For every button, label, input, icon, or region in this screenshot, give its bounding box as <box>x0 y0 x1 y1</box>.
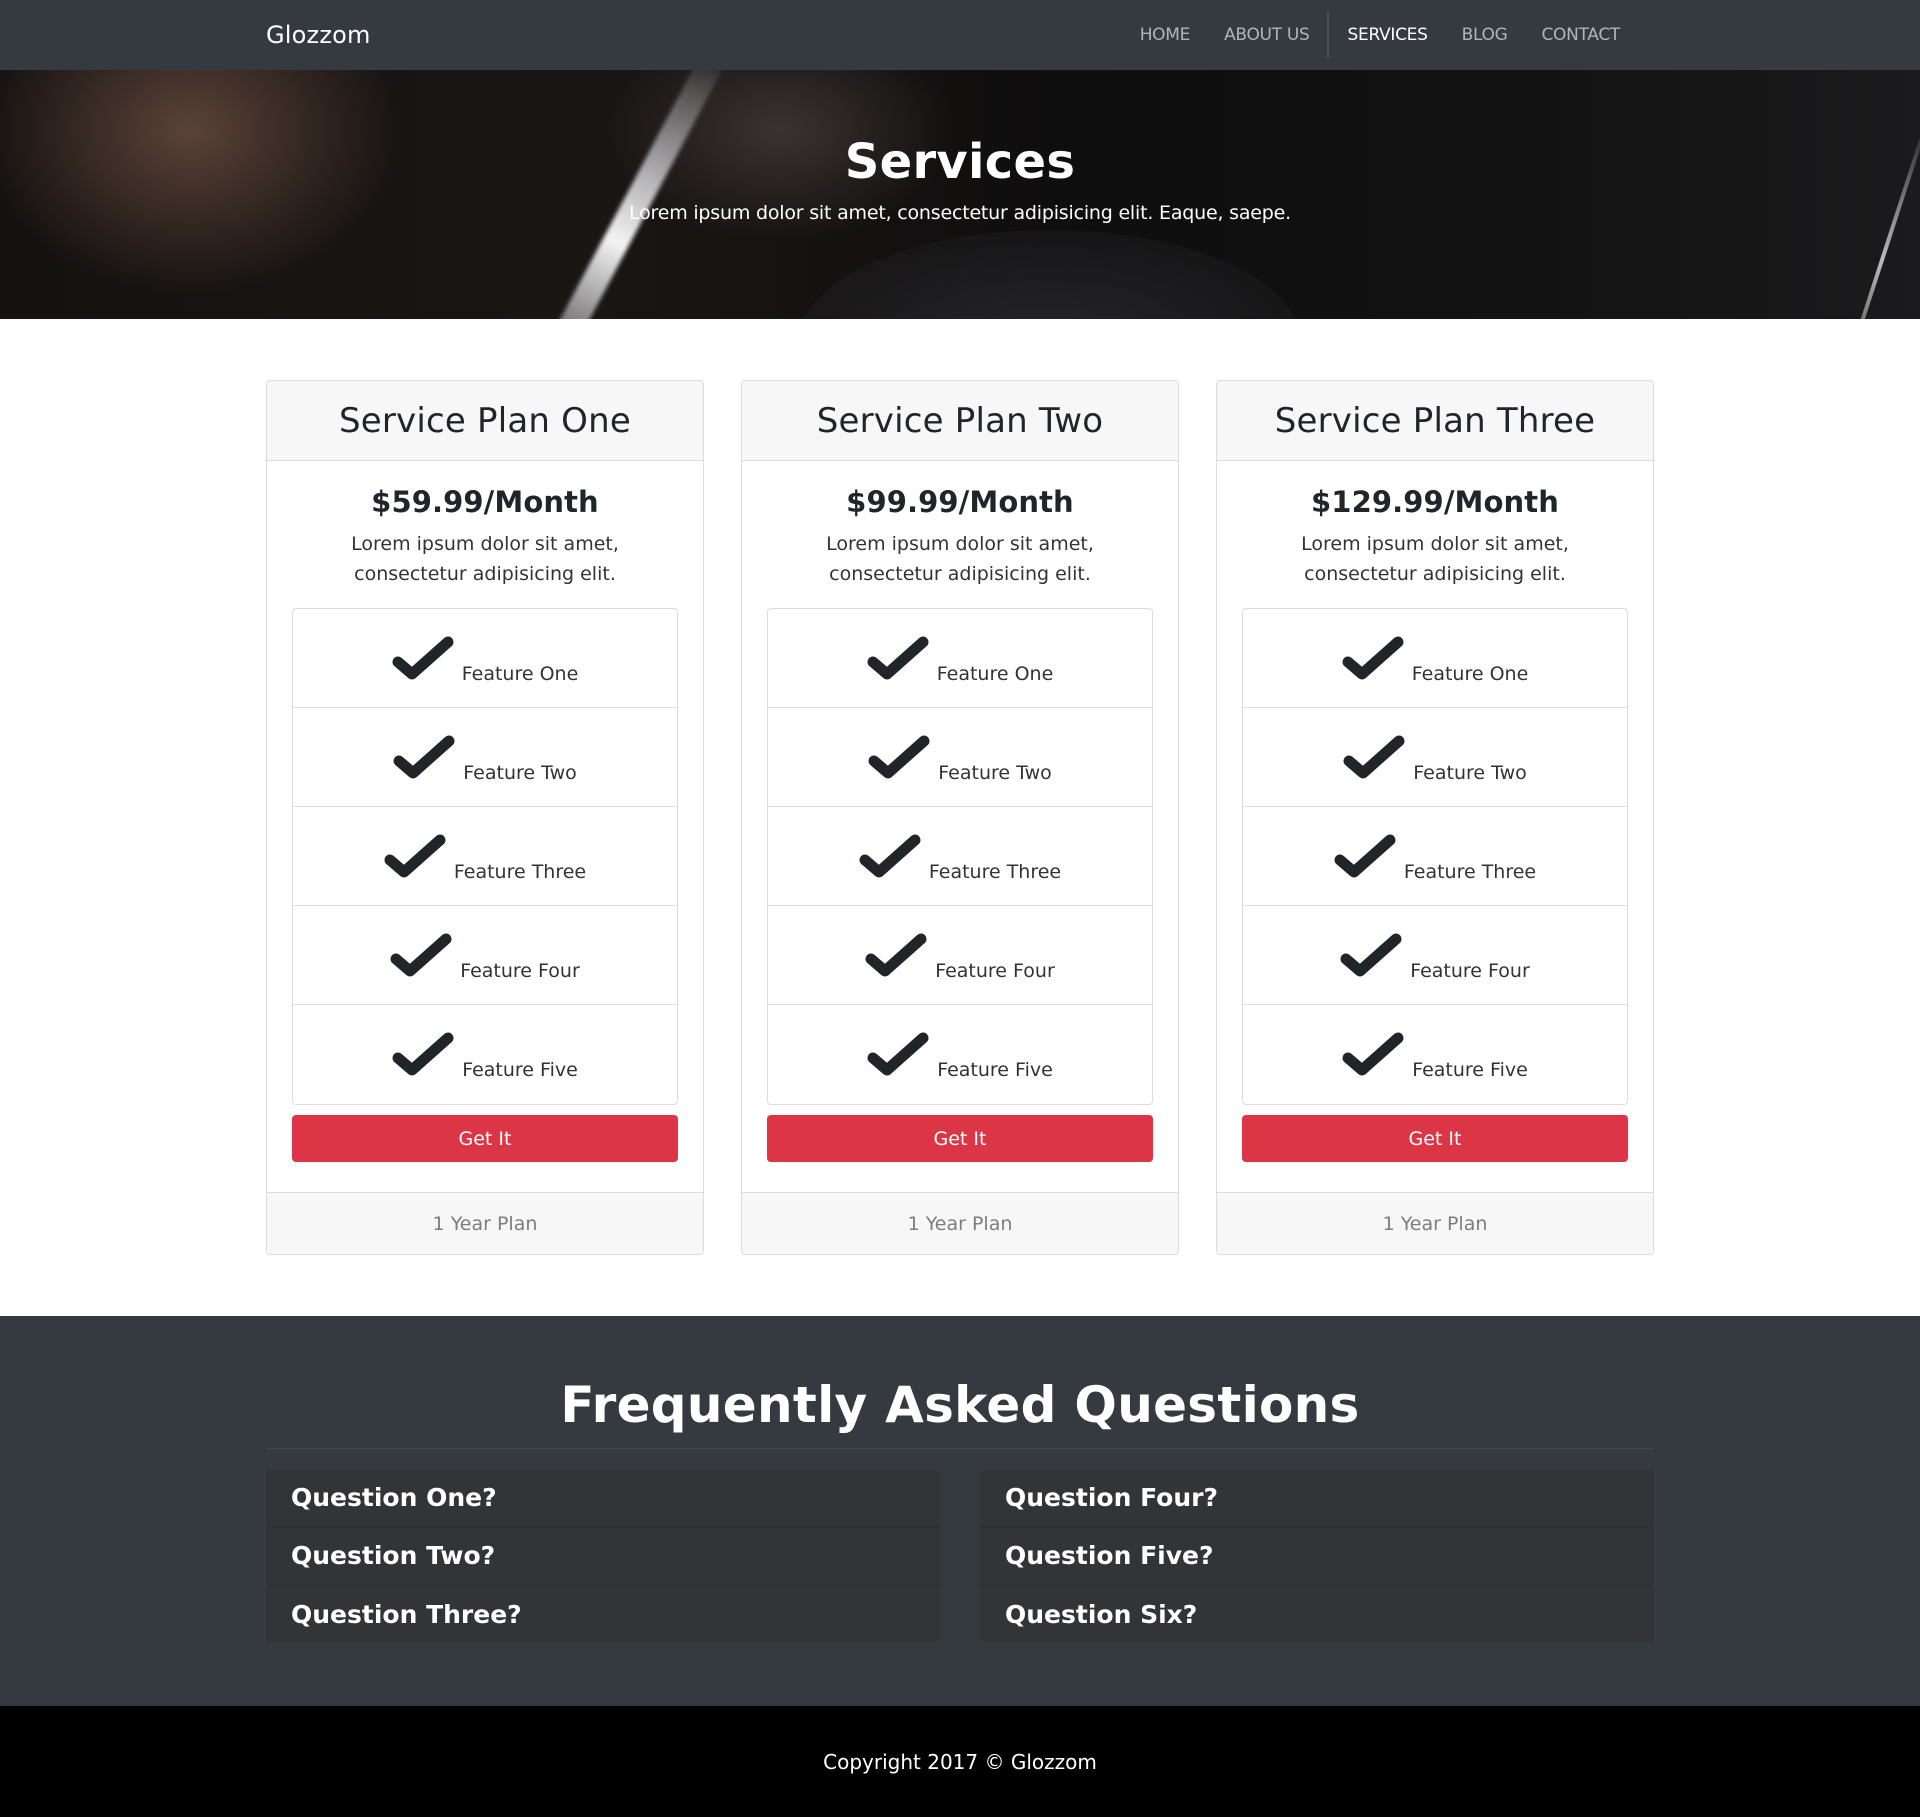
get-it-button[interactable]: Get It <box>767 1115 1153 1162</box>
check-icon <box>392 636 454 684</box>
plan-card-3: Service Plan Three $129.99/Month Lorem i… <box>1216 380 1654 1255</box>
get-it-button[interactable]: Get It <box>292 1115 678 1162</box>
feature-label: Feature Four <box>460 960 580 982</box>
brand-logo[interactable]: Glozzom <box>266 21 371 49</box>
check-icon <box>1342 1032 1404 1080</box>
nav-link-services[interactable]: SERVICES <box>1326 12 1445 58</box>
pricing-plans: Service Plan One $59.99/Month Lorem ipsu… <box>266 380 1654 1255</box>
feature-list: Feature One Feature Two Feature Three Featu… <box>1242 608 1628 1105</box>
plan-price: $59.99/Month <box>371 485 599 519</box>
feature-item: Feature Three <box>1243 807 1627 906</box>
feature-list: Feature One Feature Two Feature Three Featu… <box>292 608 678 1105</box>
feature-label: Feature One <box>1411 663 1529 685</box>
feature-item: Feature Four <box>1243 906 1627 1005</box>
faq-question[interactable]: Question One? <box>266 1469 940 1527</box>
feature-label: Feature Five <box>1412 1059 1528 1081</box>
feature-item: Feature Two <box>768 708 1152 807</box>
nav-link-contact[interactable]: CONTACT <box>1524 0 1637 70</box>
navbar: Glozzom HOME ABOUT US SERVICES BLOG CONT… <box>0 0 1920 70</box>
page-footer: Copyright 2017 © Glozzom <box>0 1706 1920 1817</box>
feature-item: Feature Five <box>1243 1005 1627 1104</box>
page-title: Services <box>844 134 1076 190</box>
plan-price: $99.99/Month <box>846 485 1074 519</box>
feature-item: Feature Two <box>1243 708 1627 807</box>
faq-question[interactable]: Question Two? <box>266 1527 940 1585</box>
check-icon <box>392 1032 454 1080</box>
feature-item: Feature One <box>768 609 1152 708</box>
check-icon <box>868 735 930 783</box>
feature-label: Feature Three <box>928 861 1062 883</box>
plan-description: Lorem ipsum dolor sit amet, consectetur … <box>826 533 1094 585</box>
plan-description: Lorem ipsum dolor sit amet, consectetur … <box>351 533 619 585</box>
plan-name: Service Plan Two <box>742 381 1178 461</box>
faq-question[interactable]: Question Three? <box>266 1585 940 1643</box>
feature-label: Feature Two <box>938 762 1052 784</box>
nav-links: HOME ABOUT US SERVICES BLOG CONTACT <box>1123 0 1637 70</box>
page-subtitle: Lorem ipsum dolor sit amet, consectetur … <box>629 202 1291 224</box>
feature-label: Feature One <box>936 663 1054 685</box>
feature-label: Feature Two <box>1413 762 1527 784</box>
feature-item: Feature Four <box>768 906 1152 1005</box>
feature-item: Feature Five <box>293 1005 677 1104</box>
check-icon <box>1342 636 1404 684</box>
feature-item: Feature One <box>293 609 677 708</box>
plan-card-2: Service Plan Two $99.99/Month Lorem ipsu… <box>741 380 1179 1255</box>
plan-price: $129.99/Month <box>1311 485 1559 519</box>
plan-card-1: Service Plan One $59.99/Month Lorem ipsu… <box>266 380 704 1255</box>
check-icon <box>1343 735 1405 783</box>
feature-label: Feature Three <box>1403 861 1537 883</box>
plan-description: Lorem ipsum dolor sit amet, consectetur … <box>1301 533 1569 585</box>
plan-body: $59.99/Month Lorem ipsum dolor sit amet,… <box>267 461 703 1168</box>
faq-column-left: Question One? Question Two? Question Thr… <box>266 1469 940 1643</box>
feature-item: Feature Two <box>293 708 677 807</box>
check-icon <box>384 834 446 882</box>
hero-background-shape <box>800 230 1300 319</box>
feature-label: Feature Four <box>935 960 1055 982</box>
plan-name: Service Plan One <box>267 381 703 461</box>
feature-label: Feature One <box>461 663 579 685</box>
feature-item: Feature Four <box>293 906 677 1005</box>
check-icon <box>867 1032 929 1080</box>
check-icon <box>1340 933 1402 981</box>
faq-column-right: Question Four? Question Five? Question S… <box>980 1469 1654 1643</box>
feature-item: Feature Five <box>768 1005 1152 1104</box>
faq-title: Frequently Asked Questions <box>560 1376 1360 1434</box>
nav-link-home[interactable]: HOME <box>1123 0 1207 70</box>
feature-label: Feature Two <box>463 762 577 784</box>
faq-question[interactable]: Question Four? <box>980 1469 1654 1527</box>
feature-label: Feature Three <box>453 861 587 883</box>
plan-body: $99.99/Month Lorem ipsum dolor sit amet,… <box>742 461 1178 1168</box>
check-icon <box>867 636 929 684</box>
feature-label: Feature Five <box>462 1059 578 1081</box>
copyright-text: Copyright 2017 © Glozzom <box>823 1749 1097 1774</box>
check-icon <box>859 834 921 882</box>
check-icon <box>1334 834 1396 882</box>
plan-body: $129.99/Month Lorem ipsum dolor sit amet… <box>1217 461 1653 1168</box>
hero-banner: Services Lorem ipsum dolor sit amet, con… <box>0 70 1920 319</box>
feature-label: Feature Five <box>937 1059 1053 1081</box>
faq-divider <box>266 1448 1654 1449</box>
plan-footer: 1 Year Plan <box>1217 1192 1653 1254</box>
plan-footer: 1 Year Plan <box>742 1192 1178 1254</box>
feature-item: Feature One <box>1243 609 1627 708</box>
nav-link-about[interactable]: ABOUT US <box>1207 0 1326 70</box>
faq-section: Frequently Asked Questions Question One?… <box>0 1316 1920 1706</box>
feature-label: Feature Four <box>1410 960 1530 982</box>
plan-name: Service Plan Three <box>1217 381 1653 461</box>
feature-list: Feature One Feature Two Feature Three Featu… <box>767 608 1153 1105</box>
feature-item: Feature Three <box>768 807 1152 906</box>
nav-link-blog[interactable]: BLOG <box>1445 0 1525 70</box>
plan-footer: 1 Year Plan <box>267 1192 703 1254</box>
get-it-button[interactable]: Get It <box>1242 1115 1628 1162</box>
check-icon <box>390 933 452 981</box>
faq-question[interactable]: Question Six? <box>980 1585 1654 1643</box>
faq-question[interactable]: Question Five? <box>980 1527 1654 1585</box>
check-icon <box>865 933 927 981</box>
check-icon <box>393 735 455 783</box>
feature-item: Feature Three <box>293 807 677 906</box>
